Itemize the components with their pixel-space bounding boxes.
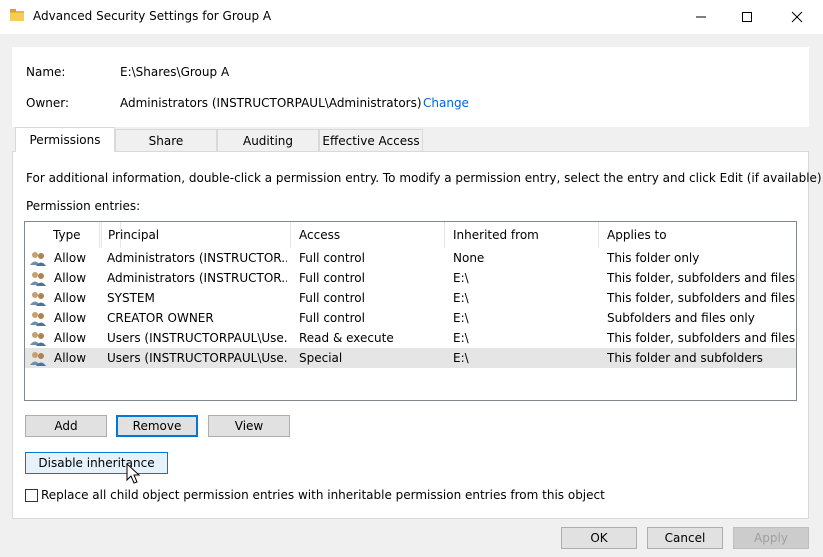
permission-entries-label: Permission entries: (26, 199, 141, 213)
close-icon (791, 11, 803, 23)
row-principal: Administrators (INSTRUCTOR... (107, 271, 287, 285)
column-header-applies-to[interactable]: Applies to (599, 222, 796, 248)
info-area (12, 47, 809, 127)
row-applies-to: This folder, subfolders and files (607, 291, 796, 305)
users-icon (30, 272, 46, 286)
tab-permissions[interactable]: Permissions (15, 127, 115, 152)
users-icon (30, 332, 46, 346)
tab-auditing[interactable]: Auditing (217, 129, 319, 151)
users-icon (30, 312, 46, 326)
tab-effective-access[interactable]: Effective Access (319, 129, 423, 151)
users-icon (30, 252, 46, 266)
row-type: Allow (54, 291, 87, 305)
row-principal: CREATOR OWNER (107, 311, 214, 325)
row-applies-to: This folder and subfolders (607, 351, 763, 365)
minimize-icon (696, 16, 706, 18)
table-row[interactable]: Allow Users (INSTRUCTORPAUL\Use... Speci… (25, 348, 796, 368)
row-applies-to: This folder only (607, 251, 700, 265)
disable-inheritance-button[interactable]: Disable inheritance (25, 452, 168, 474)
cancel-button[interactable]: Cancel (647, 527, 723, 549)
row-applies-to: This folder, subfolders and files (607, 331, 796, 345)
row-type: Allow (54, 331, 87, 345)
row-inherited-from: E:\ (453, 271, 469, 285)
close-button[interactable] (774, 0, 820, 34)
row-inherited-from: E:\ (453, 351, 469, 365)
apply-button[interactable]: Apply (733, 527, 809, 549)
name-label: Name: (26, 65, 66, 79)
add-button[interactable]: Add (25, 415, 107, 437)
change-owner-link[interactable]: Change (423, 96, 469, 110)
table-row[interactable]: Allow Administrators (INSTRUCTOR... Full… (25, 248, 796, 268)
row-type: Allow (54, 271, 87, 285)
column-header-principal[interactable]: Principal (99, 222, 291, 248)
row-type: Allow (54, 351, 87, 365)
table-row[interactable]: Allow SYSTEM Full control E:\ This folde… (25, 288, 796, 308)
row-access: Read & execute (299, 331, 394, 345)
maximize-icon (742, 12, 752, 22)
row-principal: SYSTEM (107, 291, 155, 305)
row-inherited-from: E:\ (453, 311, 469, 325)
info-text: For additional information, double-click… (26, 171, 823, 185)
mouse-pointer-icon (126, 463, 141, 484)
column-header-access[interactable]: Access (291, 222, 445, 248)
name-value: E:\Shares\Group A (120, 65, 230, 79)
row-applies-to: This folder, subfolders and files (607, 271, 796, 285)
table-row[interactable]: Allow CREATOR OWNER Full control E:\ Sub… (25, 308, 796, 328)
row-type: Allow (54, 311, 87, 325)
row-principal: Users (INSTRUCTORPAUL\Use... (107, 351, 287, 365)
row-principal: Administrators (INSTRUCTOR... (107, 251, 287, 265)
row-inherited-from: E:\ (453, 291, 469, 305)
ok-button[interactable]: OK (561, 527, 637, 549)
permission-entries-list[interactable]: Type Principal Access Inherited from App… (24, 221, 797, 401)
table-row[interactable]: Allow Users (INSTRUCTORPAUL\Use... Read … (25, 328, 796, 348)
table-row[interactable]: Allow Administrators (INSTRUCTOR... Full… (25, 268, 796, 288)
row-principal: Users (INSTRUCTORPAUL\Use... (107, 331, 287, 345)
owner-label: Owner: (26, 96, 70, 110)
row-inherited-from: E:\ (453, 331, 469, 345)
row-access: Full control (299, 311, 365, 325)
column-header-inherited-from[interactable]: Inherited from (445, 222, 599, 248)
owner-value: Administrators (INSTRUCTORPAUL\Administr… (120, 96, 422, 110)
title-bar: Advanced Security Settings for Group A (0, 0, 823, 34)
replace-child-permissions-checkbox[interactable] (25, 489, 38, 502)
row-access: Full control (299, 291, 365, 305)
row-access: Full control (299, 251, 365, 265)
row-access: Full control (299, 271, 365, 285)
replace-child-permissions-label: Replace all child object permission entr… (41, 488, 605, 502)
row-type: Allow (54, 251, 87, 265)
row-inherited-from: None (453, 251, 485, 265)
tab-share[interactable]: Share (115, 129, 217, 151)
folder-icon (10, 9, 24, 21)
row-applies-to: Subfolders and files only (607, 311, 755, 325)
remove-button[interactable]: Remove (116, 415, 198, 437)
users-icon (30, 352, 46, 366)
window-title: Advanced Security Settings for Group A (33, 9, 272, 23)
row-access: Special (299, 351, 343, 365)
minimize-button[interactable] (678, 0, 724, 34)
users-icon (30, 292, 46, 306)
maximize-button[interactable] (724, 0, 770, 34)
view-button[interactable]: View (208, 415, 290, 437)
